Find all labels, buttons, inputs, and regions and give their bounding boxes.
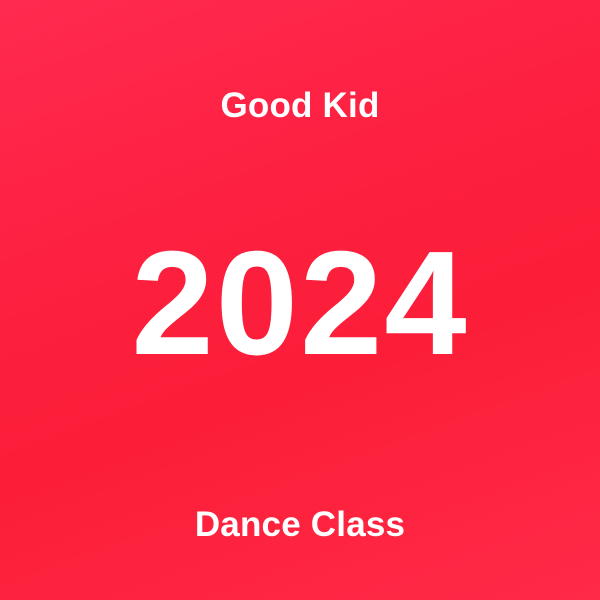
year-headline: 2024 <box>131 221 469 386</box>
artist-name: Good Kid <box>220 86 380 125</box>
release-title: Dance Class <box>194 505 406 544</box>
album-artwork: Good Kid 2024 Dance Class <box>0 0 600 600</box>
